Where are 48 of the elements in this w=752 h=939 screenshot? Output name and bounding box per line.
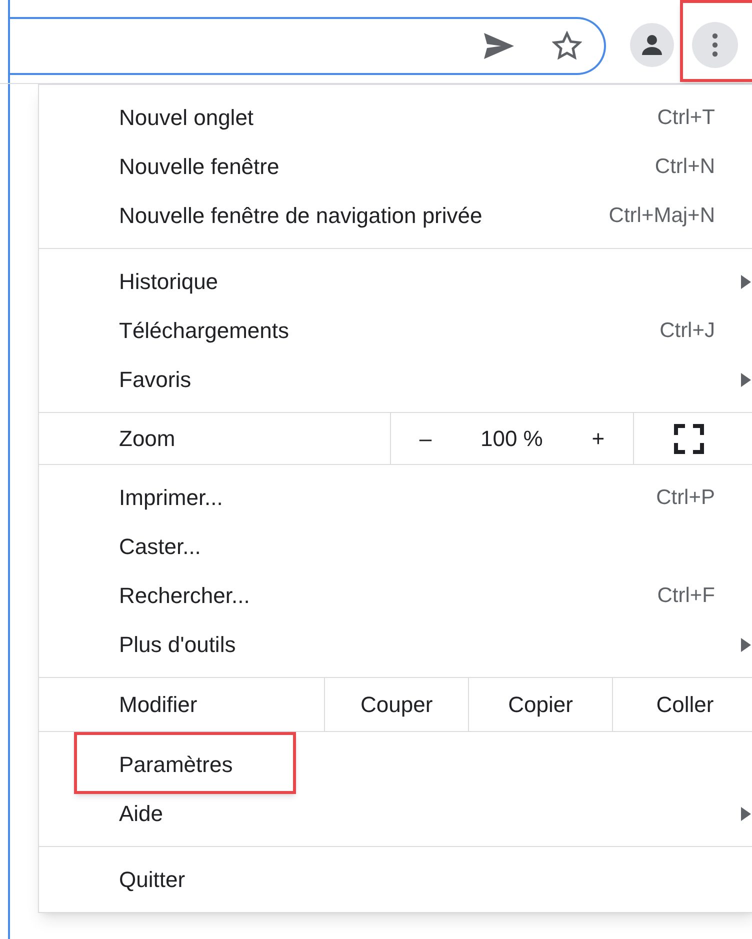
menu-item[interactable]: Favoris <box>39 355 752 404</box>
address-field[interactable] <box>10 16 606 74</box>
menu-item[interactable]: Rechercher... Ctrl+F <box>39 571 752 620</box>
menu-item-label: Plus d'outils <box>119 631 237 659</box>
edit-action-button[interactable]: Copier <box>469 678 614 731</box>
menu-item-label: Téléchargements <box>119 317 290 345</box>
edit-label: Modifier <box>119 691 198 719</box>
menu-item-label: Aide <box>119 800 164 828</box>
shortcut-label: Ctrl+J <box>660 318 715 344</box>
menu-item-label: Caster... <box>119 533 202 561</box>
menu-item[interactable]: Historique <box>39 257 752 306</box>
zoom-label: Zoom <box>119 425 176 453</box>
shortcut-label: Ctrl+N <box>654 154 715 180</box>
profile-avatar[interactable] <box>630 22 674 66</box>
menu-item[interactable]: Aide <box>39 789 752 838</box>
menu-item[interactable]: Téléchargements Ctrl+J <box>39 306 752 355</box>
fullscreen-icon[interactable] <box>674 424 704 454</box>
menu-item[interactable]: Quitter <box>39 855 752 904</box>
zoom-out-button[interactable]: – <box>411 422 440 455</box>
shortcut-label: Ctrl+Maj+N <box>608 202 715 229</box>
menu-item-label: Imprimer... <box>119 484 224 512</box>
menu-item-label: Quitter <box>119 866 186 894</box>
edit-action-button[interactable]: Coller <box>613 678 752 731</box>
edit-action-button[interactable]: Couper <box>325 678 470 731</box>
menu-item[interactable]: Nouvelle fenêtre Ctrl+N <box>39 142 752 191</box>
menu-button[interactable] <box>692 22 738 68</box>
menu-item-label: Favoris <box>119 366 192 394</box>
more-vertical-icon <box>712 32 718 56</box>
send-icon[interactable] <box>484 32 514 58</box>
zoom-value: 100 % <box>480 425 543 453</box>
menu-item-label: Rechercher... <box>119 582 251 610</box>
menu-item[interactable]: Plus d'outils <box>39 620 752 669</box>
shortcut-label: Ctrl+P <box>656 484 715 511</box>
menu-item[interactable]: Nouvelle fenêtre de navigation privée Ctrl+Maj+N <box>39 191 752 240</box>
menu-item-label: Historique <box>119 268 220 296</box>
menu-item[interactable]: Paramètres <box>39 740 752 789</box>
person-icon <box>640 32 664 56</box>
menu-item-label: Nouvel onglet <box>119 104 255 132</box>
menu-item[interactable]: Nouvel onglet Ctrl+T <box>39 93 752 142</box>
menu-item[interactable]: Imprimer... Ctrl+P <box>39 473 752 522</box>
menu-item[interactable]: Caster... <box>39 522 752 571</box>
zoom-in-button[interactable]: + <box>584 422 613 455</box>
menu-item-label: Nouvelle fenêtre de navigation privée <box>119 202 484 230</box>
star-icon[interactable] <box>552 30 582 60</box>
menu-item-label: Paramètres <box>119 751 234 779</box>
menu-item-label: Nouvelle fenêtre <box>119 153 280 181</box>
shortcut-label: Ctrl+T <box>657 104 715 131</box>
shortcut-label: Ctrl+F <box>657 582 715 609</box>
